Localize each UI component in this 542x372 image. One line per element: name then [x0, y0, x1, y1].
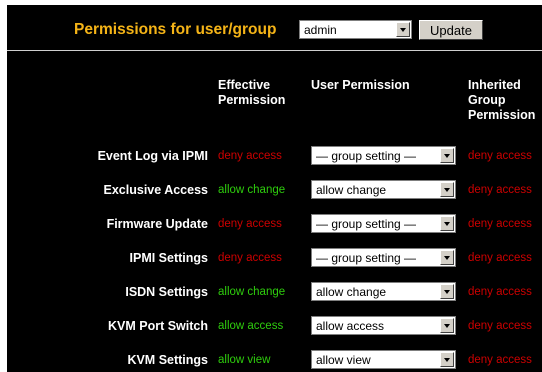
user-permission-value: — group setting — — [316, 149, 417, 163]
dropdown-arrow-icon[interactable] — [396, 22, 410, 37]
user-permission-value: allow change — [316, 285, 387, 299]
dropdown-arrow-icon[interactable] — [440, 216, 454, 231]
inherited-permission: deny access — [468, 354, 532, 366]
dropdown-arrow-icon[interactable] — [440, 352, 454, 367]
effective-permission: deny access — [218, 150, 282, 162]
inherited-permission: deny access — [468, 252, 532, 264]
dropdown-arrow-icon[interactable] — [440, 148, 454, 163]
table-row: IPMI Settings deny access — group setting … — [7, 248, 542, 285]
page-title: Permissions for user/group — [74, 21, 277, 38]
user-permission-value: allow access — [316, 319, 385, 333]
user-permission-select[interactable]: allow access — [311, 316, 456, 335]
table-row: ISDN Settings allow change allow change den… — [7, 282, 542, 319]
permission-label: Exclusive Access — [103, 183, 208, 197]
column-header-effective: Effective Permission — [218, 78, 286, 107]
permission-label: KVM Settings — [127, 353, 208, 367]
user-group-select[interactable]: admin — [299, 20, 412, 39]
permissions-panel: Permissions for user/group admin Update … — [7, 5, 542, 372]
permissions-header: Permissions for user/group admin Update — [7, 5, 542, 51]
user-permission-select[interactable]: — group setting — — [311, 214, 456, 233]
permission-label: ISDN Settings — [125, 285, 208, 299]
inherited-permission: deny access — [468, 286, 532, 298]
effective-permission: deny access — [218, 218, 282, 230]
table-row: KVM Settings allow view allow view deny acc… — [7, 350, 542, 372]
effective-permission: deny access — [218, 252, 282, 264]
user-permission-value: allow view — [316, 353, 371, 367]
dropdown-arrow-icon[interactable] — [440, 182, 454, 197]
user-group-select-value: admin — [304, 23, 337, 37]
update-button[interactable]: Update — [419, 20, 483, 40]
permission-label: Firmware Update — [106, 217, 208, 231]
user-permission-select[interactable]: — group setting — — [311, 146, 456, 165]
column-header-user: User Permission — [311, 78, 410, 92]
permission-label: Event Log via IPMI — [97, 149, 208, 163]
user-permission-select[interactable]: allow view — [311, 350, 456, 369]
permission-label: KVM Port Switch — [107, 319, 208, 333]
user-permission-select[interactable]: — group setting — — [311, 248, 456, 267]
dropdown-arrow-icon[interactable] — [440, 250, 454, 265]
effective-permission: allow access — [218, 320, 284, 332]
effective-permission: allow view — [218, 354, 271, 366]
user-permission-value: allow change — [316, 183, 387, 197]
dropdown-arrow-icon[interactable] — [440, 318, 454, 333]
user-permission-select[interactable]: allow change — [311, 180, 456, 199]
inherited-permission: deny access — [468, 150, 532, 162]
permission-label: IPMI Settings — [129, 251, 208, 265]
inherited-permission: deny access — [468, 320, 532, 332]
inherited-permission: deny access — [468, 218, 532, 230]
effective-permission: allow change — [218, 184, 286, 196]
effective-permission: allow change — [218, 286, 286, 298]
user-permission-value: — group setting — — [316, 251, 417, 265]
table-row: Exclusive Access allow change allow change… — [7, 180, 542, 217]
table-row: KVM Port Switch allow access allow access d… — [7, 316, 542, 353]
table-row: Event Log via IPMI deny access — group set… — [7, 146, 542, 183]
inherited-permission: deny access — [468, 184, 532, 196]
dropdown-arrow-icon[interactable] — [440, 284, 454, 299]
user-permission-select[interactable]: allow change — [311, 282, 456, 301]
user-permission-value: — group setting — — [316, 217, 417, 231]
column-header-inherited: Inherited Group Permission — [468, 78, 536, 122]
table-row: Firmware Update deny access — group settin… — [7, 214, 542, 251]
